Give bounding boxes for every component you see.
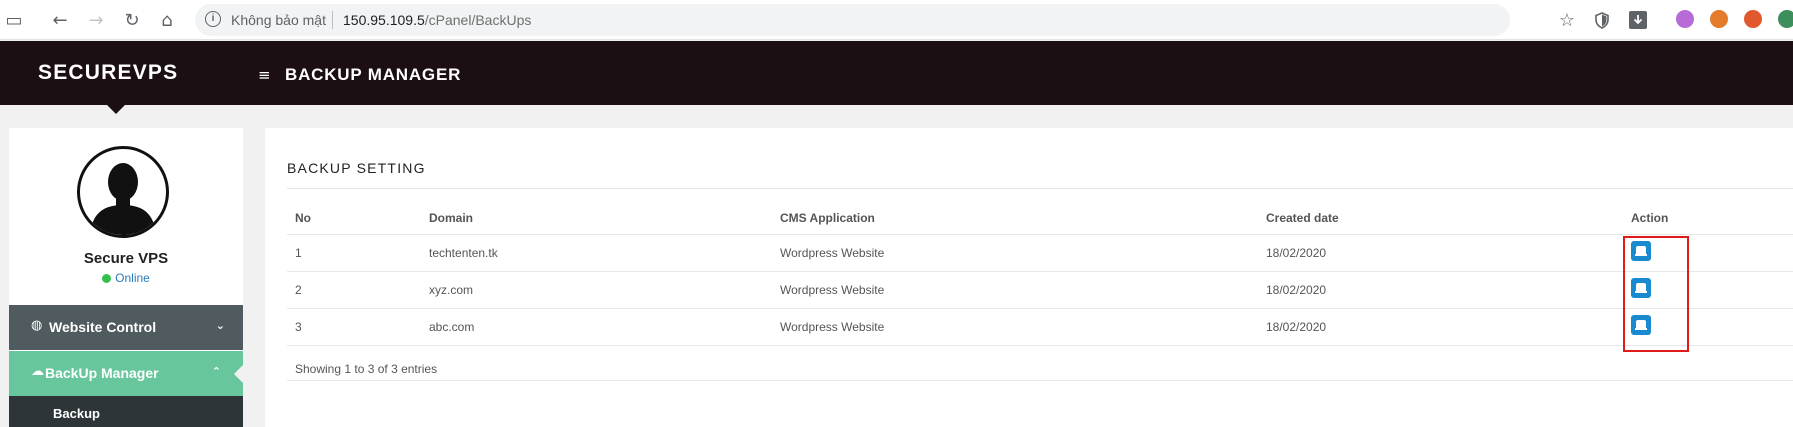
- cell-domain: abc.com: [421, 308, 772, 346]
- cell-no: 1: [287, 234, 421, 272]
- cell-no: 3: [287, 308, 421, 346]
- table-header-row: No Domain CMS Application Created date A…: [287, 203, 1793, 235]
- main-content: BACKUP SETTING No Domain CMS Application…: [265, 128, 1793, 427]
- sidebar-subitem-backup[interactable]: Backup: [9, 396, 243, 427]
- cell-created: 18/02/2020: [1258, 271, 1623, 309]
- security-label: Không bảo mật: [231, 12, 326, 28]
- sidebar-icon[interactable]: ▭: [0, 6, 28, 34]
- sidebar-item-website-control[interactable]: ◍ Website Control ⌄: [9, 305, 243, 350]
- column-header-domain[interactable]: Domain: [421, 203, 772, 235]
- download-icon[interactable]: [1624, 6, 1652, 34]
- column-header-no[interactable]: No: [287, 203, 421, 235]
- brand-block: SECUREVPS: [0, 41, 236, 105]
- address-bar[interactable]: i Không bảo mật 150.95.109.5/cPanel/Back…: [195, 4, 1510, 36]
- home-icon[interactable]: ⌂: [153, 6, 181, 34]
- address-separator: [332, 11, 333, 29]
- brand-caret: [107, 105, 125, 114]
- divider: [287, 188, 1793, 189]
- cell-created: 18/02/2020: [1258, 308, 1623, 346]
- active-notch: [234, 365, 243, 383]
- table-entries-info: Showing 1 to 3 of 3 entries: [295, 362, 438, 376]
- user-status: Online: [9, 271, 243, 285]
- user-name: Secure VPS: [83, 250, 169, 267]
- column-header-action: Action: [1623, 203, 1793, 235]
- app-header: SECUREVPS ≡ BACKUP MANAGER: [0, 41, 1793, 114]
- star-icon[interactable]: ☆: [1553, 6, 1581, 34]
- cell-cms: Wordpress Website: [772, 271, 1258, 309]
- sidebar-item-label: Website Control: [49, 319, 157, 335]
- sidebar-subitem-label: Backup: [53, 406, 100, 421]
- cell-cms: Wordpress Website: [772, 234, 1258, 272]
- table-row: 1 techtenten.tk Wordpress Website 18/02/…: [287, 234, 1793, 272]
- page-title: BACKUP MANAGER: [285, 65, 462, 84]
- sidebar-item-backup-manager[interactable]: ☁ BackUp Manager ⌃: [9, 351, 243, 396]
- browser-toolbar: ▭ ← → ↻ ⌂ i Không bảo mật 150.95.109.5/c…: [0, 0, 1793, 40]
- status-dot-icon: [102, 274, 112, 283]
- avatar: [77, 146, 169, 238]
- reload-icon[interactable]: ↻: [118, 6, 146, 34]
- divider: [287, 380, 1793, 381]
- action-highlight-box: [1623, 236, 1689, 352]
- backup-table: No Domain CMS Application Created date A…: [287, 203, 1793, 346]
- column-header-cms[interactable]: CMS Application: [772, 203, 1258, 235]
- url-text[interactable]: 150.95.109.5/cPanel/BackUps: [343, 12, 531, 28]
- hamburger-icon[interactable]: ≡: [258, 66, 271, 84]
- sidebar-item-label: BackUp Manager: [45, 365, 159, 381]
- cell-created: 18/02/2020: [1258, 234, 1623, 272]
- brand-logo[interactable]: SECUREVPS: [38, 61, 178, 85]
- back-icon[interactable]: ←: [46, 6, 74, 34]
- column-header-created-date[interactable]: Created date: [1258, 203, 1623, 235]
- chevron-down-icon: ⌄: [215, 319, 225, 332]
- extension-icon-3[interactable]: [1744, 10, 1762, 28]
- status-text: Online: [115, 271, 150, 285]
- sidebar: Secure VPS Online ◍ Website Control ⌄ ☁ …: [9, 128, 243, 427]
- cell-domain: techtenten.tk: [421, 234, 772, 272]
- shield-icon[interactable]: [1588, 6, 1616, 34]
- cell-domain: xyz.com: [421, 271, 772, 309]
- url-host: 150.95.109.5: [343, 12, 425, 28]
- forward-icon[interactable]: →: [82, 6, 110, 34]
- card-title: BACKUP SETTING: [287, 160, 426, 176]
- cell-cms: Wordpress Website: [772, 308, 1258, 346]
- extension-icon-1[interactable]: [1676, 10, 1694, 28]
- extension-icon-2[interactable]: [1710, 10, 1728, 28]
- cell-no: 2: [287, 271, 421, 309]
- info-icon[interactable]: i: [205, 11, 221, 27]
- url-path: /cPanel/BackUps: [424, 12, 532, 28]
- cloud-icon: ☁: [31, 364, 44, 379]
- table-row: 2 xyz.com Wordpress Website 18/02/2020: [287, 271, 1793, 309]
- globe-icon: ◍: [31, 318, 43, 333]
- table-row: 3 abc.com Wordpress Website 18/02/2020: [287, 308, 1793, 346]
- extension-icon-4[interactable]: [1778, 10, 1793, 28]
- chevron-up-icon: ⌃: [211, 365, 221, 378]
- user-silhouette-icon: [90, 163, 156, 235]
